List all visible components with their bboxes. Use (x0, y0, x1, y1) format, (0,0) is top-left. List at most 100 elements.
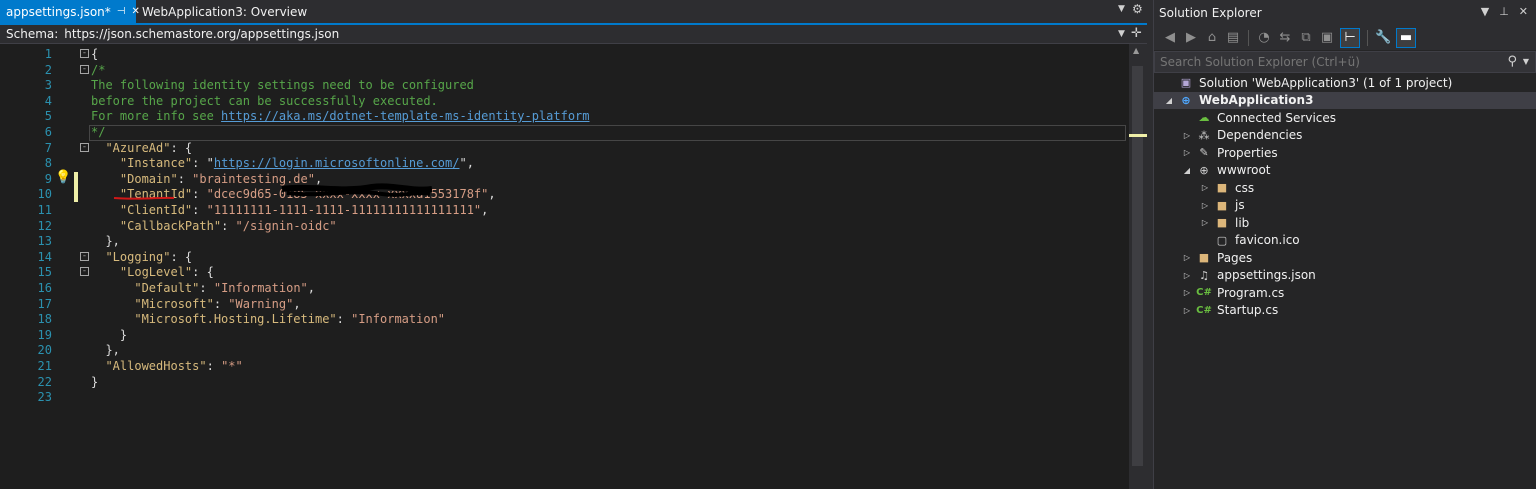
code-line[interactable]: 12 "CallbackPath": "/signin-oidc" (0, 219, 1128, 235)
collapse-icon[interactable]: - (80, 251, 89, 261)
collapsed-arrow-icon[interactable]: ▷ (1200, 183, 1210, 192)
scroll-up-arrow-icon[interactable]: ▲ (1133, 46, 1139, 55)
tree-item[interactable]: ▣ Solution 'WebApplication3' (1 of 1 proj… (1154, 74, 1536, 92)
collapse-icon[interactable]: - (80, 267, 89, 277)
csharp-file-icon: C# (1196, 287, 1212, 299)
code-line[interactable]: 9 "Domain": "braintesting.de", (0, 171, 1128, 188)
tree-item[interactable]: ▷ ♫ appsettings.json (1154, 267, 1536, 285)
code-line[interactable]: 19 } (0, 328, 1128, 344)
tree-item[interactable]: ▷ ■ js (1154, 197, 1536, 215)
code-line[interactable]: 11 "ClientId": "11111111-1111-1111-11111… (0, 203, 1128, 219)
solution-explorer-search[interactable]: ⚲ ▼ (1154, 51, 1536, 73)
schema-selector[interactable]: https://json.schemastore.org/appsettings… (64, 27, 339, 41)
properties-wrench-icon[interactable]: 🔧 (1375, 30, 1391, 45)
chevron-down-icon[interactable]: ▼ (1481, 5, 1489, 18)
code-token: } (91, 327, 128, 342)
code-token[interactable]: https://aka.ms/dotnet-template-ms-identi… (221, 109, 589, 123)
forward-icon[interactable]: ▶ (1183, 30, 1199, 45)
tree-item[interactable]: ☁ Connected Services (1154, 109, 1536, 127)
lightbulb-icon[interactable]: 💡 (55, 170, 71, 185)
code-line[interactable]: 5 For more info see https://aka.ms/dotnet… (0, 109, 1128, 125)
collapsed-arrow-icon[interactable]: ▷ (1200, 218, 1210, 227)
code-line[interactable]: 15 - "LogLevel": { (0, 265, 1128, 281)
tree-item[interactable]: ▷ ■ lib (1154, 214, 1536, 232)
collapse-icon[interactable]: - (80, 142, 89, 152)
preview-selected-items-icon[interactable]: ⊢ (1340, 27, 1360, 48)
tree-item-label: Pages (1217, 250, 1253, 265)
chevron-down-icon[interactable]: ▼ (1523, 57, 1529, 66)
code-line[interactable]: 16 "Default": "Information", (0, 281, 1128, 297)
collapsed-arrow-icon[interactable]: ▷ (1182, 253, 1192, 262)
tree-item[interactable]: ◢ ⊕ wwwroot (1154, 162, 1536, 180)
switch-views-icon[interactable]: ▤ (1225, 30, 1241, 45)
show-all-files-icon[interactable]: ▣ (1319, 30, 1335, 45)
pin-icon[interactable]: ⊥ (1499, 5, 1509, 18)
code-line[interactable]: 17 "Microsoft": "Warning", (0, 297, 1128, 313)
collapsed-arrow-icon[interactable]: ▷ (1182, 131, 1192, 140)
expanded-arrow-icon[interactable]: ◢ (1164, 96, 1174, 105)
split-window-icon[interactable]: ✛ (1131, 26, 1142, 41)
code-line[interactable]: 22} (0, 375, 1128, 391)
code-line[interactable]: 21 "AllowedHosts": "*" (0, 359, 1128, 375)
collapsed-arrow-icon[interactable]: ▷ (1182, 288, 1192, 297)
tree-item[interactable]: ▷ ■ css (1154, 179, 1536, 197)
collapsed-arrow-icon[interactable]: ▷ (1182, 271, 1192, 280)
code-text: } (91, 375, 98, 391)
code-line[interactable]: 18 "Microsoft.Hosting.Lifetime": "Inform… (0, 312, 1128, 328)
code-line[interactable]: 4 before the project can be successfully … (0, 94, 1128, 110)
home-icon[interactable]: ⌂ (1204, 30, 1220, 45)
code-line[interactable]: 13 }, (0, 234, 1128, 250)
vertical-scrollbar[interactable]: ▲ (1129, 44, 1147, 489)
tree-item[interactable]: ◢ ⊕ WebApplication3 (1154, 91, 1536, 109)
line-number: 23 (37, 390, 52, 405)
collapse-icon[interactable]: - (80, 49, 89, 58)
tab-label: WebApplication3: Overview (142, 4, 308, 19)
tree-item[interactable]: ▷ ■ Pages (1154, 249, 1536, 267)
code-line[interactable]: 20 }, (0, 343, 1128, 359)
tree-item[interactable]: ▷ ✎ Properties (1154, 144, 1536, 162)
code-line[interactable]: 10 "TenantId": "dcec9d65-0185-xxxx-xxxx-… (0, 187, 1128, 203)
scrollbar-thumb[interactable] (1132, 66, 1143, 466)
code-line[interactable]: 8 "Instance": "https://login.microsofton… (0, 156, 1128, 172)
pin-toolbar-icon[interactable]: ▬ (1396, 27, 1416, 48)
gear-icon[interactable]: ⚙ (1132, 2, 1143, 16)
code-line[interactable]: 7 - "AzureAd": { (0, 141, 1128, 157)
collapse-all-icon[interactable]: ⧉ (1298, 30, 1314, 45)
code-line[interactable]: 14 - "Logging": { (0, 250, 1128, 266)
expanded-arrow-icon[interactable]: ◢ (1182, 166, 1192, 175)
code-token: , (314, 171, 323, 186)
code-token: before the project can be successfully e… (91, 93, 438, 108)
tree-item[interactable]: ▢ favicon.ico (1154, 232, 1536, 250)
pin-icon[interactable]: ⊣ (117, 6, 126, 17)
change-marker (74, 171, 78, 187)
code-token: For more info see (91, 109, 222, 124)
collapsed-arrow-icon[interactable]: ▷ (1182, 306, 1192, 315)
code-line[interactable]: 3 The following identity settings need to… (0, 78, 1128, 94)
scrollbar-change-marker (1129, 134, 1147, 137)
close-icon[interactable]: ✕ (1519, 5, 1528, 18)
tree-item[interactable]: ▷ C# Startup.cs (1154, 302, 1536, 320)
search-icon[interactable]: ⚲ (1507, 54, 1517, 69)
tab-webapplication3-overview[interactable]: WebApplication3: Overview (136, 0, 307, 23)
sync-icon[interactable]: ⇆ (1277, 30, 1293, 45)
back-icon[interactable]: ◀ (1162, 30, 1178, 45)
code-editor[interactable]: 1-{2-/* 3 The following identity settings … (0, 44, 1128, 489)
chevron-down-icon[interactable]: ▼ (1118, 29, 1125, 39)
tab-appsettings-json[interactable]: appsettings.json* ⊣ ✕ (0, 0, 140, 23)
tree-item[interactable]: ▷ C# Program.cs (1154, 284, 1536, 302)
collapsed-arrow-icon[interactable]: ▷ (1200, 201, 1210, 210)
line-number: 9 (44, 171, 52, 186)
solution-icon: ▣ (1180, 76, 1192, 90)
collapsed-arrow-icon[interactable]: ▷ (1182, 148, 1192, 157)
search-input[interactable] (1155, 52, 1535, 72)
code-line[interactable]: 2 -/* (0, 63, 1128, 79)
code-token: "braintesting.de" (192, 171, 315, 186)
code-token: , (293, 296, 301, 311)
pending-changes-filter-icon[interactable]: ◔ (1256, 30, 1272, 45)
code-line[interactable]: 23 (0, 390, 1128, 406)
code-line[interactable]: 1 -{ (0, 47, 1128, 63)
code-token: /* (91, 62, 106, 77)
collapse-icon[interactable]: - (80, 64, 89, 74)
tree-item[interactable]: ▷ ⁂ Dependencies (1154, 127, 1536, 145)
tab-list-dropdown-icon[interactable]: ▼ (1118, 4, 1125, 14)
